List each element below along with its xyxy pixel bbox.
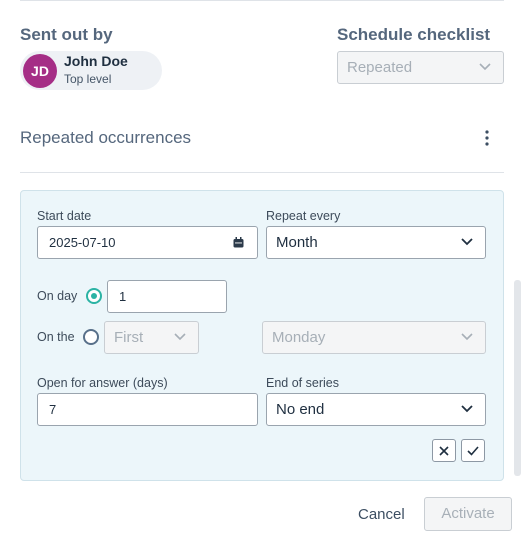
confirm-button[interactable] [461, 439, 485, 462]
calendar-icon[interactable] [233, 237, 244, 248]
avatar: JD [23, 54, 57, 88]
scrollbar[interactable] [514, 280, 521, 476]
on-day-radio[interactable] [86, 288, 102, 304]
on-the-ordinal-select[interactable]: First [104, 321, 199, 354]
recurrence-panel: Start date 2025-07-10 Repeat every Month… [20, 190, 504, 481]
chevron-down-icon [461, 238, 473, 246]
on-the-radio[interactable] [83, 329, 99, 345]
sent-out-by-heading: Sent out by [20, 25, 113, 44]
on-the-weekday-value: Monday [272, 329, 326, 346]
close-icon [439, 445, 449, 456]
section-divider [20, 172, 504, 173]
repeat-every-label: Repeat every [266, 209, 341, 223]
discard-button[interactable] [432, 439, 456, 462]
on-the-ordinal-value: First [114, 329, 144, 346]
start-date-value: 2025-07-10 [49, 235, 116, 250]
chevron-down-icon [479, 63, 491, 71]
vertical-ellipsis-icon[interactable] [478, 128, 496, 148]
repeat-every-value: Month [276, 234, 318, 251]
open-days-label: Open for answer (days) [37, 376, 168, 390]
schedule-mode-select[interactable]: Repeated [337, 51, 504, 84]
schedule-checklist-heading: Schedule checklist [337, 25, 491, 44]
start-date-input[interactable]: 2025-07-10 [37, 226, 258, 259]
user-role: Top level [64, 72, 112, 86]
user-name: John Doe [64, 53, 128, 69]
schedule-mode-value: Repeated [347, 59, 413, 76]
on-the-weekday-select[interactable]: Monday [262, 321, 486, 354]
on-day-label: On day [37, 289, 78, 303]
chevron-down-icon [174, 333, 186, 341]
activate-button[interactable]: Activate [424, 497, 512, 531]
on-day-input[interactable]: 1 [107, 280, 227, 313]
end-series-label: End of series [266, 376, 339, 390]
top-divider [20, 0, 504, 1]
chevron-down-icon [461, 333, 473, 341]
cancel-button[interactable]: Cancel [358, 506, 405, 523]
chevron-down-icon [461, 405, 473, 413]
user-chip[interactable]: JD John Doe Top level [20, 51, 162, 90]
repeat-every-select[interactable]: Month [266, 226, 486, 259]
end-series-value: No end [276, 401, 325, 418]
check-icon [467, 445, 479, 456]
occurrences-title: Repeated occurrences [20, 128, 192, 147]
on-the-label: On the [37, 330, 75, 344]
end-series-select[interactable]: No end [266, 393, 486, 426]
start-date-label: Start date [37, 209, 92, 223]
open-days-input[interactable]: 7 [37, 393, 258, 426]
open-days-value: 7 [49, 402, 57, 417]
on-day-value: 1 [119, 289, 127, 304]
